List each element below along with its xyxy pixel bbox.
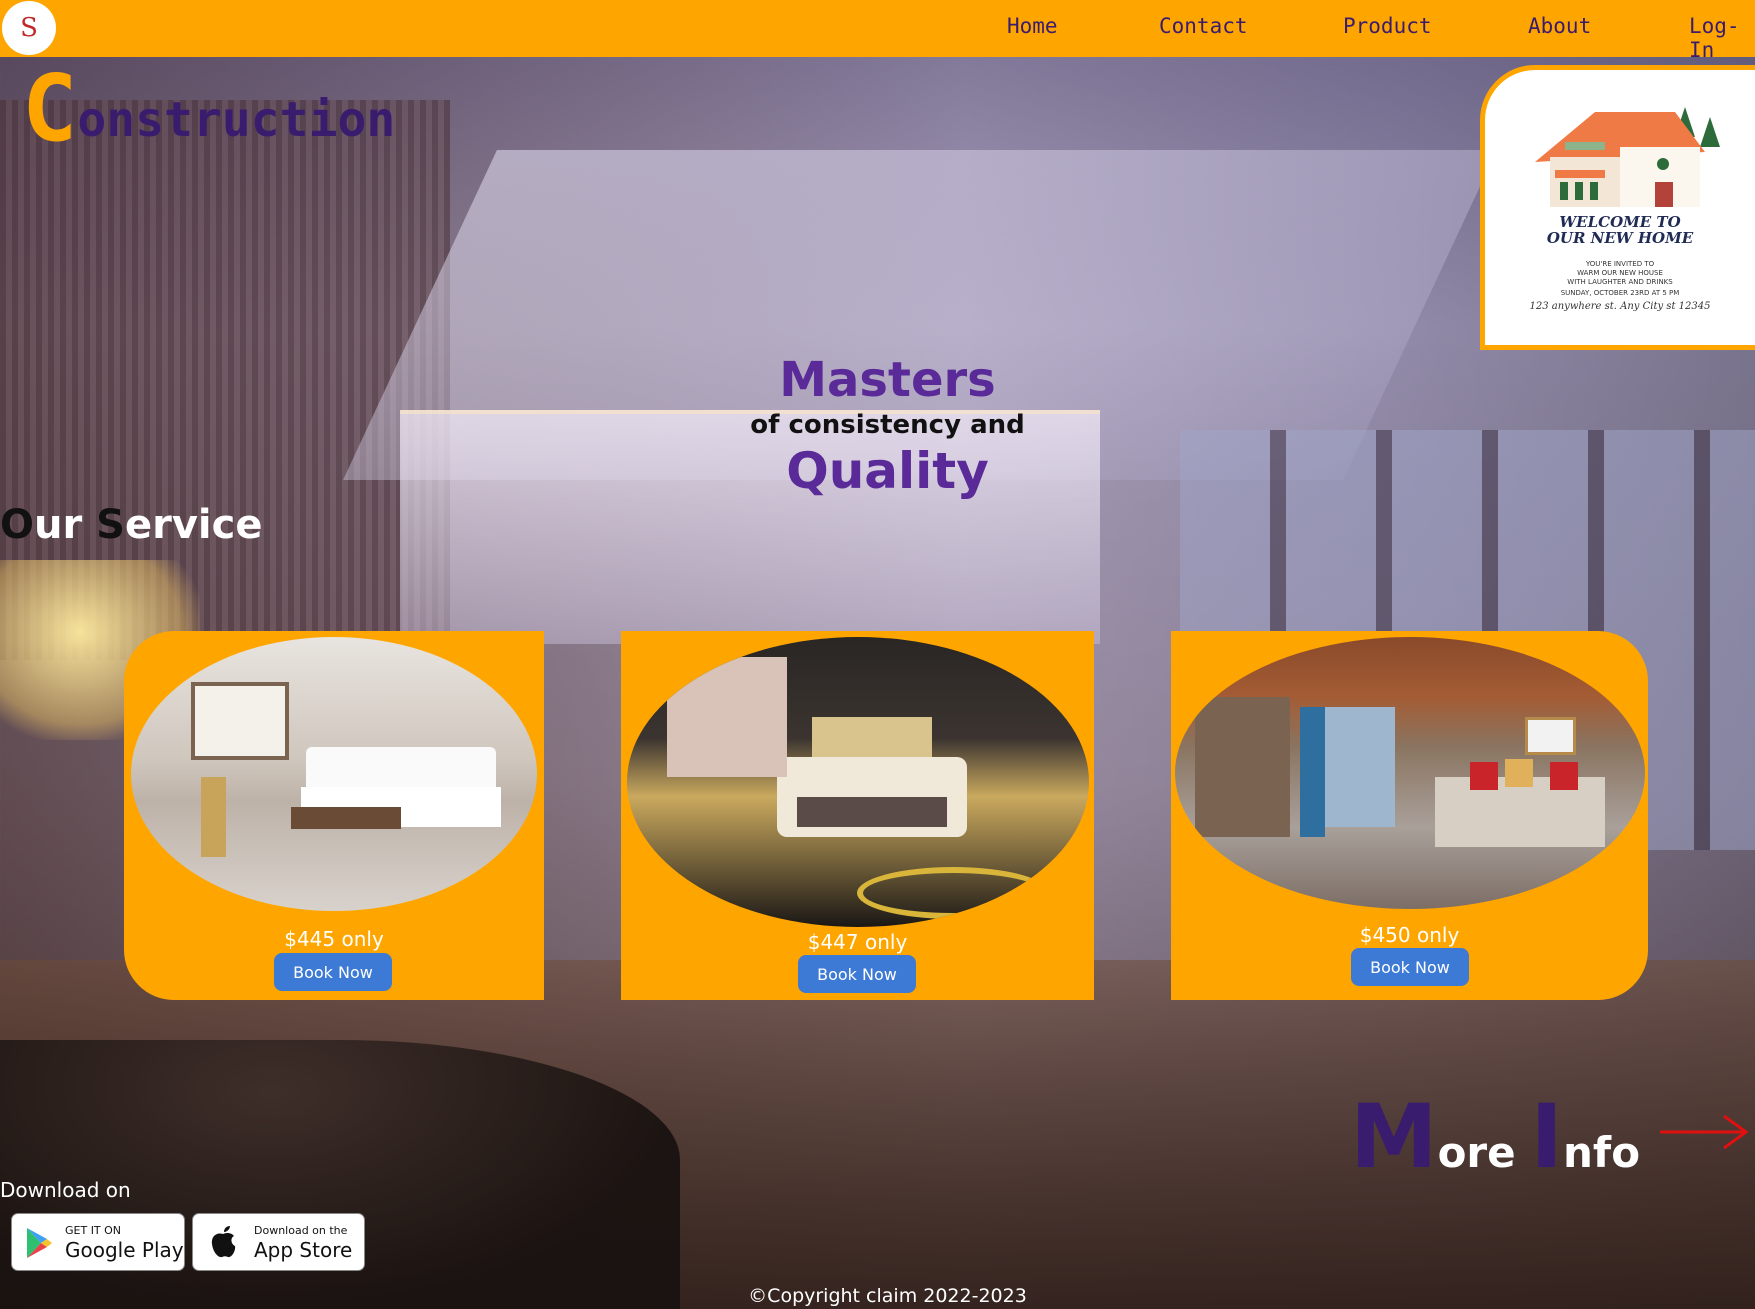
- services-heading-s: S: [96, 502, 125, 548]
- invite-line1: YOU'RE INVITED TO: [1585, 260, 1655, 268]
- google-play-small: GET IT ON: [65, 1224, 122, 1237]
- invite-title-line2: OUR NEW HOME: [1546, 229, 1694, 247]
- nav-product[interactable]: Product: [1343, 14, 1432, 38]
- invitation-card: WELCOME TO OUR NEW HOME YOU'RE INVITED T…: [1480, 65, 1755, 350]
- invite-signature: 123 anywhere st. Any City st 12345: [1529, 301, 1711, 312]
- more-info-ore: ore: [1437, 1128, 1531, 1177]
- google-play-button[interactable]: GET IT ON Google Play: [11, 1213, 185, 1271]
- logo-glyph: S: [20, 13, 38, 43]
- download-label: Download on: [0, 1178, 131, 1202]
- app-store-button[interactable]: Download on the App Store: [192, 1213, 365, 1271]
- more-info-m: M: [1350, 1085, 1438, 1188]
- room-photo: [627, 637, 1089, 927]
- google-play-big: Google Play: [65, 1238, 184, 1262]
- card-price: $450 only: [1359, 923, 1460, 947]
- more-info-nfo: nfo: [1563, 1128, 1641, 1177]
- nav-login[interactable]: Log-In: [1689, 14, 1755, 62]
- invite-line4: SUNDAY, OCTOBER 23RD AT 5 PM: [1560, 289, 1680, 297]
- page-title-initial: C: [22, 55, 78, 162]
- page-title: Construction: [22, 63, 396, 155]
- services-heading-o: O: [0, 502, 35, 548]
- service-card: $445 only Book Now: [124, 631, 544, 1000]
- copyright-text: ©Copyright claim 2022-2023: [748, 1285, 1027, 1307]
- headline-quality: Quality: [786, 442, 989, 500]
- app-store-small: Download on the: [254, 1224, 348, 1237]
- nav-home[interactable]: Home: [1007, 14, 1058, 38]
- more-info-i: I: [1530, 1085, 1564, 1188]
- service-card: $450 only Book Now: [1171, 631, 1648, 1000]
- apple-icon: [211, 1226, 236, 1258]
- navbar: S Home Contact Product About Log-In: [0, 0, 1755, 62]
- arrow-right-icon[interactable]: [1658, 1112, 1750, 1152]
- app-store-big: App Store: [254, 1238, 353, 1262]
- headline-masters: Masters: [779, 352, 996, 408]
- room-photo: [1175, 637, 1645, 909]
- google-play-icon: [27, 1228, 52, 1258]
- book-now-button[interactable]: Book Now: [798, 955, 916, 993]
- logo-icon[interactable]: S: [2, 1, 56, 55]
- services-heading-ur: ur: [34, 502, 97, 548]
- page-title-rest: onstruction: [77, 92, 396, 148]
- headline-tagline: of consistency and: [750, 410, 1025, 440]
- book-now-button[interactable]: Book Now: [1351, 948, 1469, 986]
- services-heading-rest: ervice: [124, 502, 263, 548]
- nav-about[interactable]: About: [1528, 14, 1591, 38]
- invite-line2: WARM OUR NEW HOUSE: [1577, 269, 1663, 277]
- card-price: $445 only: [284, 927, 384, 951]
- book-now-button[interactable]: Book Now: [274, 953, 392, 991]
- room-photo: [131, 637, 537, 911]
- service-card: $447 only Book Now: [621, 631, 1094, 1000]
- card-price: $447 only: [807, 930, 908, 954]
- house-icon: [1535, 107, 1720, 207]
- invite-line3: WITH LAUGHTER AND DRINKS: [1567, 278, 1673, 286]
- nav-contact[interactable]: Contact: [1159, 14, 1248, 38]
- more-info-link[interactable]: More Info: [1350, 1085, 1640, 1188]
- section-heading-services: Our Service: [0, 502, 262, 548]
